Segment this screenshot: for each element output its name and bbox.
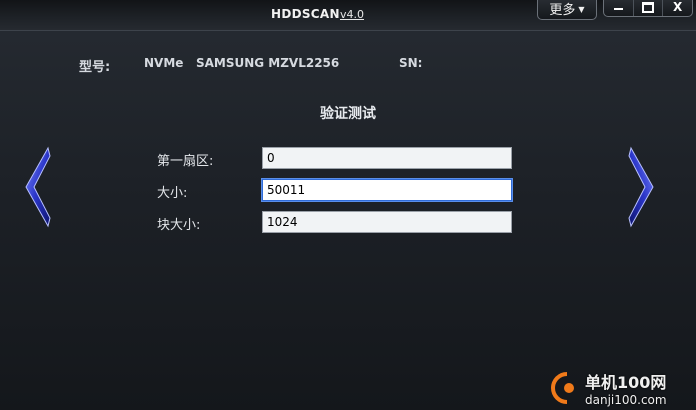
title-bar: HDDSCAN v4.0 更多 ▼ X (0, 0, 696, 31)
model-label: 型号: (79, 60, 111, 75)
app-title: HDDSCAN (271, 7, 340, 21)
minimize-icon (613, 8, 623, 10)
section-title: 验证测试 (320, 106, 376, 122)
size-label: 大小: (157, 186, 188, 201)
block-size-input[interactable] (262, 211, 512, 233)
first-sector-label: 第一扇区: (157, 154, 214, 169)
next-button[interactable] (627, 146, 657, 228)
watermark: 单机100网 danji100.com (545, 366, 695, 410)
watermark-url: danji100.com (585, 393, 667, 407)
maximize-icon (642, 1, 654, 13)
version-link[interactable]: v4.0 (340, 8, 364, 21)
watermark-name: 单机100网 (585, 373, 667, 392)
sn-label: SN: (399, 56, 423, 70)
window-controls: X (603, 0, 693, 17)
maximize-button[interactable] (634, 0, 664, 16)
size-input[interactable] (262, 179, 512, 201)
model-value: NVMe SAMSUNG MZVL2256 (144, 56, 340, 70)
close-button[interactable]: X (663, 0, 692, 16)
previous-button[interactable] (22, 146, 52, 228)
more-label: 更多 (549, 3, 576, 18)
first-sector-input[interactable] (262, 147, 512, 169)
watermark-logo-icon (551, 372, 574, 404)
more-menu-button[interactable]: 更多 ▼ (537, 0, 597, 20)
close-icon: X (673, 0, 683, 14)
caret-down-icon: ▼ (578, 5, 585, 14)
minimize-button[interactable] (604, 0, 634, 16)
block-size-label: 块大小: (157, 218, 201, 233)
chevron-right-icon (628, 146, 654, 228)
chevron-left-icon (25, 146, 51, 228)
